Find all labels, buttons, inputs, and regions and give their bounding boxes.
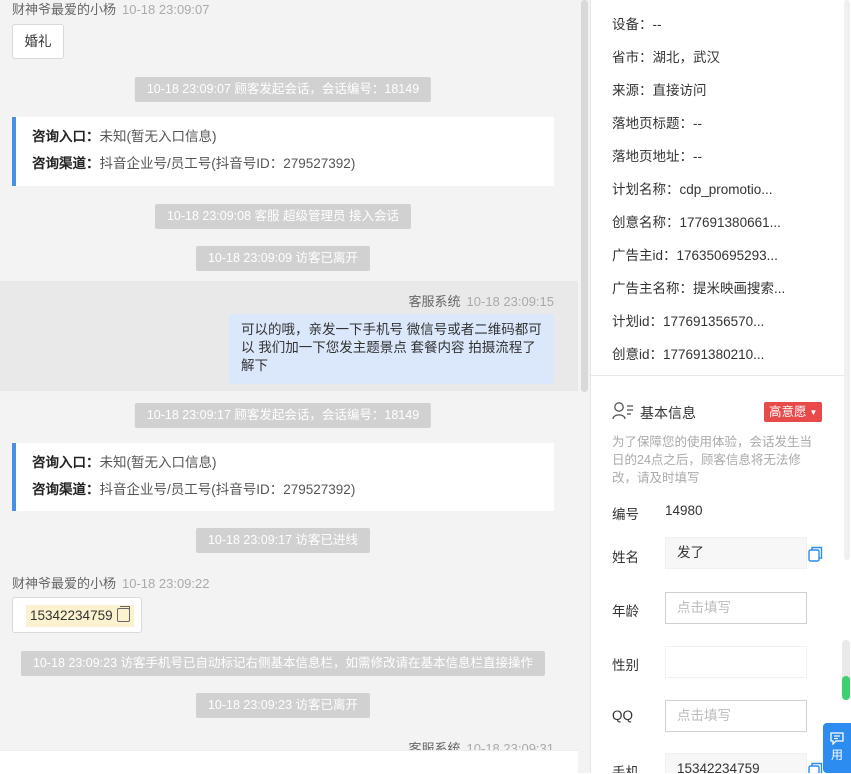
qq-field[interactable]: 点击填写: [665, 700, 807, 732]
advertiser-name-info: 广告主名称：提米映画搜索...: [612, 281, 786, 296]
device-info: 设备：--: [612, 17, 662, 32]
copy-icon[interactable]: [116, 606, 130, 622]
advertiser-id-info: 广告主id：176350695293...: [612, 248, 778, 263]
customer-info-panel: 设备：-- 省市：湖北，武汉 来源：直接访问 落地页标题：-- 落地页地址：--…: [591, 0, 851, 773]
creative-name-info: 创意名称：177691380661...: [612, 215, 781, 230]
user-info-icon: [612, 402, 633, 420]
message-text: 婚礼: [24, 34, 52, 49]
consult-channel-row: 咨询渠道：抖音企业号/员工号(抖音号ID：279527392): [32, 150, 554, 177]
consult-channel-value: 抖音企业号/员工号(抖音号ID：279527392): [99, 482, 356, 497]
floating-help-button[interactable]: 用: [823, 723, 851, 773]
gender-label: 性别: [612, 658, 639, 673]
consult-channel-label: 咨询渠道：: [32, 156, 100, 171]
message-time: 10-18 23:09:15: [466, 294, 554, 309]
chat-scrollbar-thumb[interactable]: [581, 0, 588, 392]
system-notice: 10-18 23:09:07 顾客发起会话，会话编号：18149: [134, 77, 432, 102]
gender-select[interactable]: [665, 646, 807, 678]
qq-label: QQ: [612, 708, 634, 723]
system-notice: 10-18 23:09:23 访客手机号已自动标记右侧基本信息栏，如需修改请在基…: [20, 651, 546, 676]
system-notice: 10-18 23:09:17 访客已进线: [195, 528, 371, 553]
incoming-message-bubble[interactable]: 15342234759: [12, 597, 142, 633]
chat-bottom-bar: [0, 750, 591, 774]
message-time: 10-18 23:09:07: [122, 2, 210, 17]
creative-id-info: 创意id：177691380210...: [612, 347, 765, 362]
plan-id-info: 计划id：177691356570...: [612, 314, 765, 329]
name-label: 姓名: [612, 550, 639, 565]
phone-label: 手机: [612, 765, 639, 773]
age-label: 年龄: [612, 604, 639, 619]
incoming-message-bubble[interactable]: 婚礼: [12, 24, 64, 59]
outgoing-message-bubble[interactable]: 可以的哦，亲发一下手机号 微信号或者二维码都可以 我们加一下您发主题景点 套餐内…: [229, 314, 554, 384]
message-time: 10-18 23:09:22: [122, 576, 210, 591]
landing-url-info: 落地页地址：--: [612, 149, 702, 164]
side-slider-indicator[interactable]: [842, 676, 850, 700]
region-info: 省市：湖北，武汉: [612, 50, 720, 65]
age-field[interactable]: 点击填写: [665, 592, 807, 624]
floating-button-label: 用: [830, 748, 843, 762]
consult-entry-row: 咨询入口：未知(暂无入口信息): [32, 123, 554, 150]
intent-level-dropdown[interactable]: 高意愿 ▼: [764, 402, 823, 422]
consult-channel-value: 抖音企业号/员工号(抖音号ID：279527392): [99, 156, 356, 171]
copy-icon[interactable]: [808, 546, 823, 562]
message-sender: 财神爷最爱的小杨 10-18 23:09:07: [12, 0, 209, 18]
message-sender: 财神爷最爱的小杨 10-18 23:09:22: [12, 573, 209, 592]
intent-level-label: 高意愿: [769, 405, 807, 419]
name-field[interactable]: 发了: [665, 537, 807, 569]
landing-title-info: 落地页标题：--: [612, 116, 702, 131]
caret-down-icon: ▼: [809, 408, 818, 417]
consult-channel-label: 咨询渠道：: [32, 482, 100, 497]
id-label: 编号: [612, 507, 639, 522]
consult-source-card: 咨询入口：未知(暂无入口信息) 咨询渠道：抖音企业号/员工号(抖音号ID：279…: [12, 443, 554, 511]
consult-entry-value: 未知(暂无入口信息): [99, 129, 217, 144]
system-notice: 10-18 23:09:23 访客已离开: [195, 693, 371, 718]
chat-panel: 财神爷最爱的小杨 10-18 23:09:07 婚礼 10-18 23:09:07…: [0, 0, 578, 773]
sender-name: 财神爷最爱的小杨: [12, 2, 117, 17]
system-notice: 10-18 23:09:09 访客已离开: [195, 246, 371, 271]
copy-icon[interactable]: [808, 762, 823, 773]
sender-name: 客服系统: [408, 294, 461, 309]
consult-entry-value: 未知(暂无入口信息): [99, 455, 217, 470]
message-sender: 客服系统 10-18 23:09:15: [409, 291, 554, 310]
consult-entry-row: 咨询入口：未知(暂无入口信息): [32, 449, 554, 476]
phone-field[interactable]: 15342234759: [665, 753, 807, 773]
source-info: 来源：直接访问: [612, 83, 707, 98]
chat-icon: [830, 732, 844, 746]
consult-entry-label: 咨询入口：: [32, 455, 100, 470]
message-text: 可以的哦，亲发一下手机号 微信号或者二维码都可以 我们加一下您发主题景点 套餐内…: [241, 322, 542, 373]
consult-channel-row: 咨询渠道：抖音企业号/员工号(抖音号ID：279527392): [32, 476, 554, 503]
system-notice: 10-18 23:09:17 顾客发起会话，会话编号：18149: [134, 403, 432, 428]
consult-source-card: 咨询入口：未知(暂无入口信息) 咨询渠道：抖音企业号/员工号(抖音号ID：279…: [12, 117, 554, 186]
system-notice: 10-18 23:09:08 客服 超级管理员 接入会话: [154, 204, 412, 229]
plan-name-info: 计划名称：cdp_promotio...: [612, 182, 773, 197]
message-text: 15342234759: [30, 608, 113, 623]
sender-name: 财神爷最爱的小杨: [12, 576, 117, 591]
section-divider: [591, 375, 845, 376]
consult-entry-label: 咨询入口：: [32, 129, 100, 144]
id-value: 14980: [665, 503, 703, 518]
edit-deadline-notice: 为了保障您的使用体验，会话发生当日的24点之后，顾客信息将无法修改，请及时填写: [612, 435, 813, 485]
basic-info-title: 基本信息: [640, 405, 696, 421]
phone-number-highlight[interactable]: 15342234759: [26, 605, 134, 627]
info-scrollbar-thumb[interactable]: [844, 0, 850, 560]
